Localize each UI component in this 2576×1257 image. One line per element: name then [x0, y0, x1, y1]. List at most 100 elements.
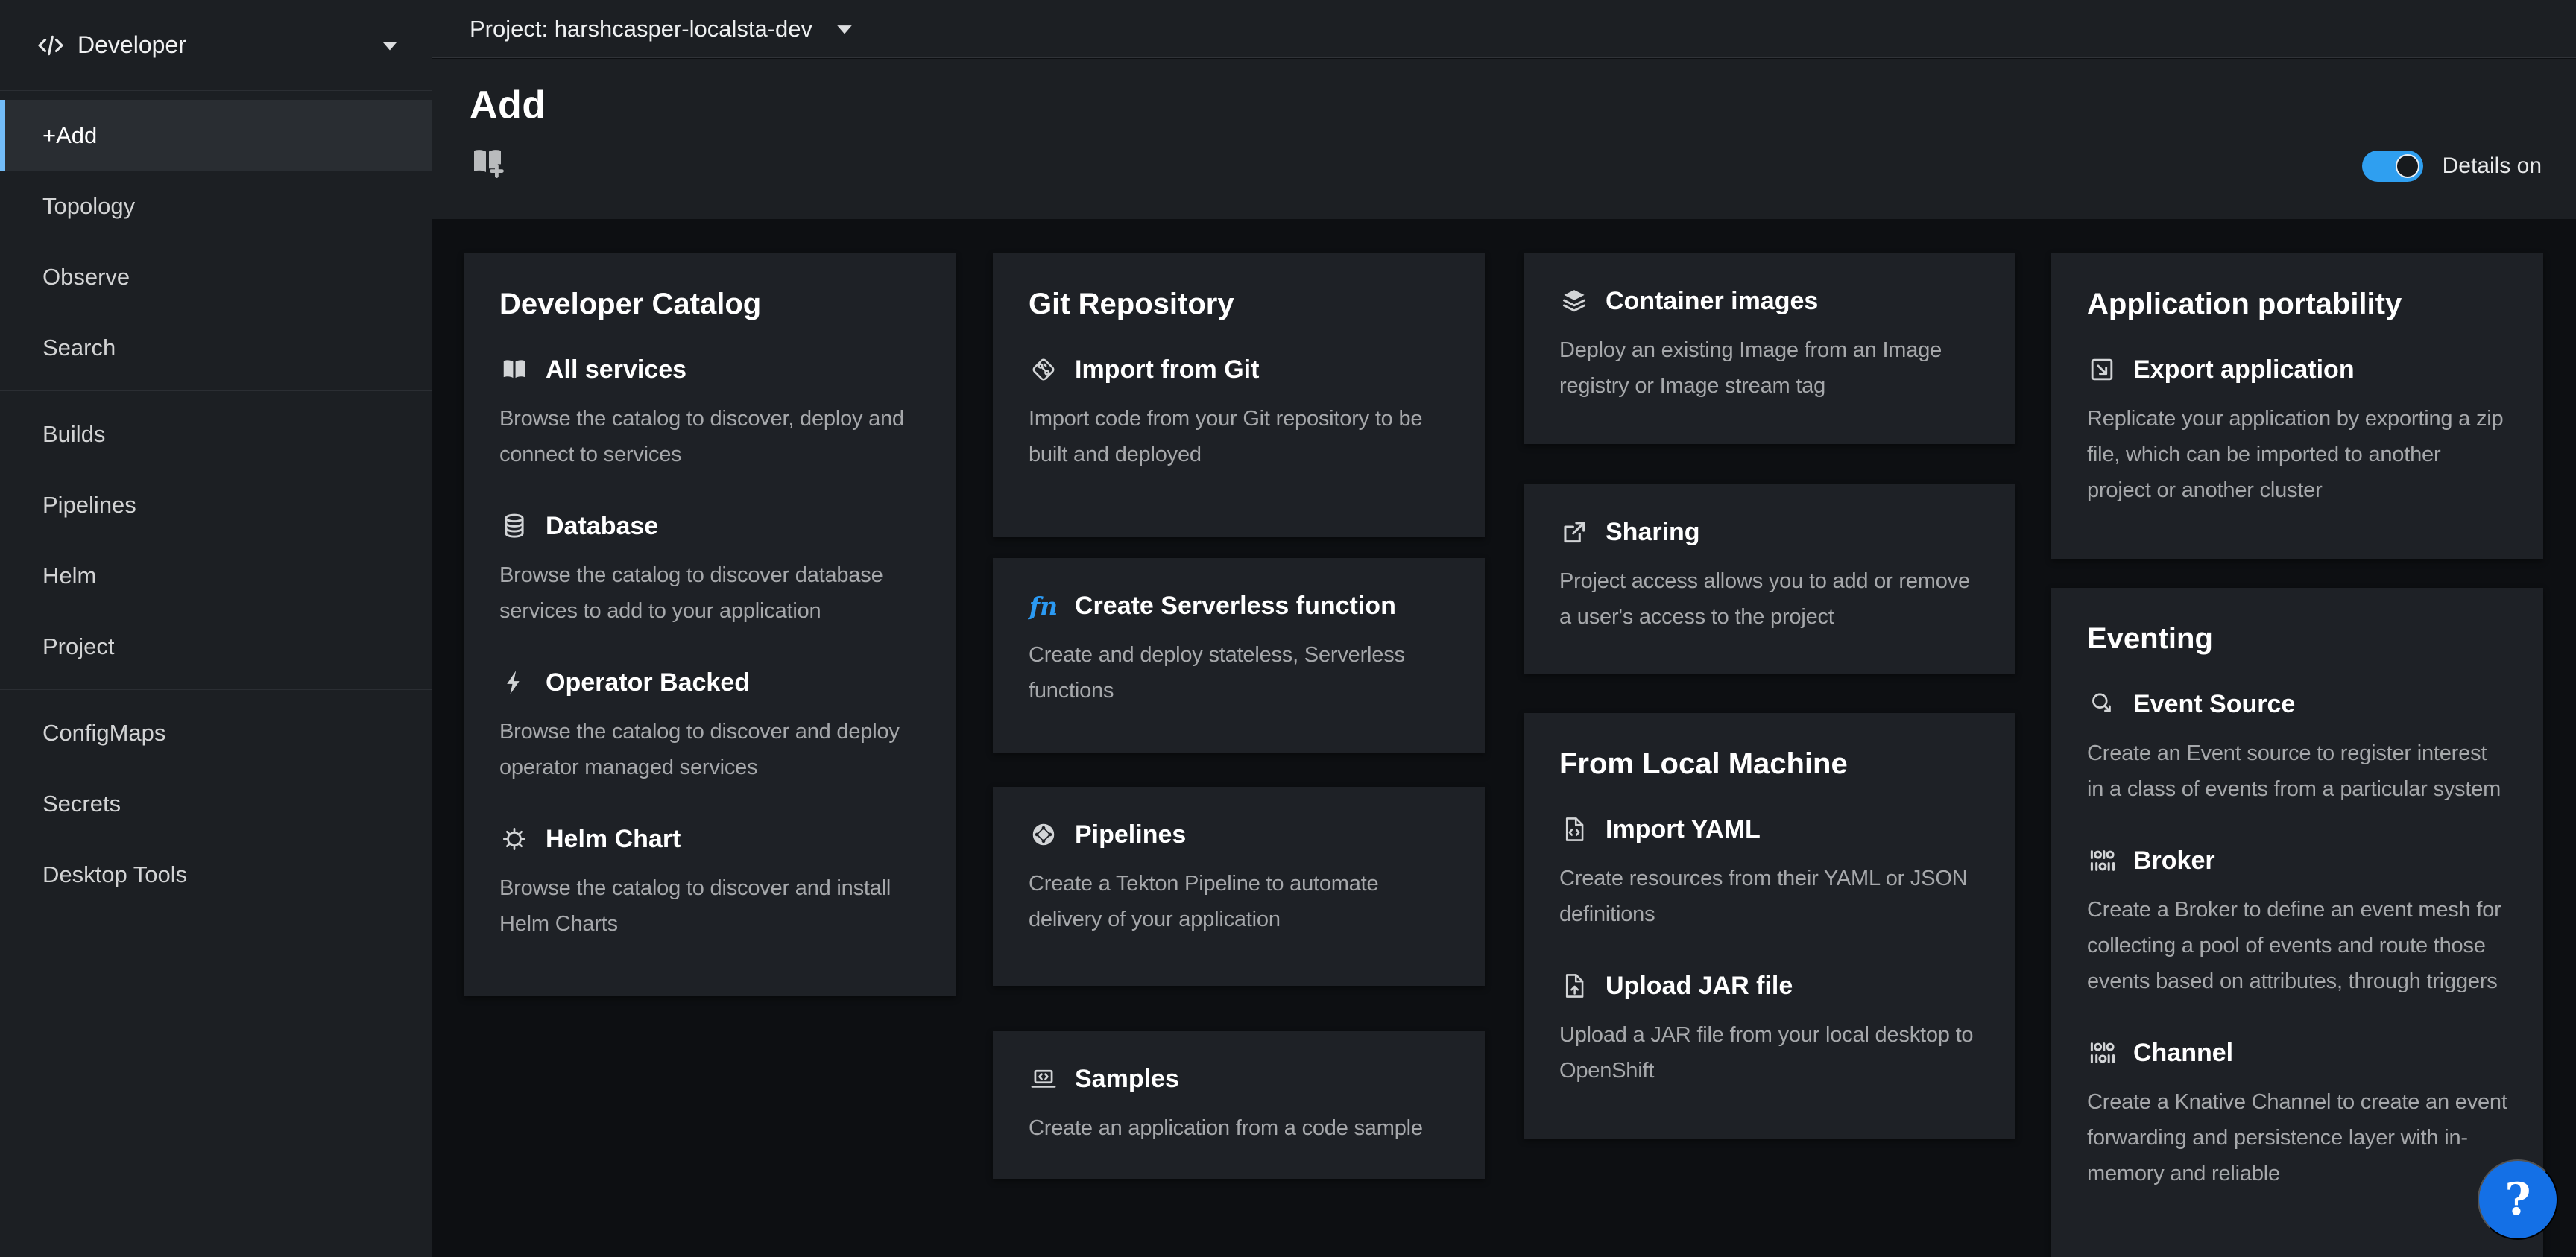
item-description: Create a Tekton Pipeline to automate del…	[1029, 866, 1449, 937]
item-head: Import YAML	[1559, 814, 1980, 844]
sidebar-item-project[interactable]: Project	[0, 611, 432, 682]
item-description: Create and deploy stateless, Serverless …	[1029, 637, 1449, 709]
item-title-create-serverless-function[interactable]: Create Serverless function	[1075, 592, 1396, 621]
item-head: Channel	[2087, 1038, 2507, 1068]
toggle-knob	[2396, 154, 2419, 178]
item-head: Helm Chart	[499, 824, 920, 854]
item-head: Operator Backed	[499, 668, 920, 697]
sidebar-item-search[interactable]: Search	[0, 312, 432, 383]
event-source-icon	[2087, 689, 2117, 719]
card-title-developer-catalog: Developer Catalog	[499, 286, 920, 322]
item-description: Create a Knative Channel to create an ev…	[2087, 1084, 2507, 1191]
item-head: All services	[499, 355, 920, 384]
card-developer-catalog: Developer Catalog All services Browse the …	[464, 253, 956, 996]
item-head: Pipelines	[1029, 820, 1449, 849]
item-head: Event Source	[2087, 689, 2507, 719]
perspective-label: Developer	[78, 31, 380, 59]
bolt-icon	[499, 668, 529, 697]
item-title-broker[interactable]: Broker	[2133, 846, 2215, 876]
item-broker: BrokerCreate a Broker to define an event…	[2087, 846, 2507, 999]
page-title: Add	[470, 83, 2542, 127]
file-code-icon	[1559, 814, 1589, 844]
item-description: Browse the catalog to discover, deploy a…	[499, 401, 920, 472]
sidebar: Developer +AddTopologyObserveSearchBuild…	[0, 0, 432, 1257]
item-head: Upload JAR file	[1559, 971, 1980, 1001]
item-database: Database Browse the catalog to discover d…	[499, 511, 920, 629]
item-description: Browse the catalog to discover database …	[499, 557, 920, 629]
card-pipelines: Pipelines Create a Tekton Pipeline to aut…	[993, 787, 1485, 986]
layers-icon	[1559, 286, 1589, 316]
item-title-sharing[interactable]: Sharing	[1606, 518, 1700, 547]
item-title-helm-chart[interactable]: Helm Chart	[546, 825, 681, 854]
item-samples: SamplesCreate an application from a code…	[1029, 1064, 1449, 1146]
item-head: Import from Git	[1029, 355, 1449, 384]
binary-icon	[2087, 1038, 2117, 1068]
export-icon	[2087, 355, 2117, 384]
card-application-portability: Application portability Export applicatio…	[2051, 253, 2543, 559]
details-toggle-label: Details on	[2443, 153, 2542, 179]
code-icon	[36, 31, 66, 60]
project-bar: Project: harshcasper-localsta-dev	[432, 0, 2576, 58]
git-icon	[1029, 355, 1058, 384]
sidebar-nav-group: BuildsPipelinesHelmProject	[0, 390, 432, 682]
item-operator-backed: Operator Backed Browse the catalog to dis…	[499, 668, 920, 785]
item-sharing: SharingProject access allows you to add …	[1559, 517, 1980, 635]
item-head: fn Create Serverless function	[1029, 591, 1449, 621]
item-head: Samples	[1029, 1064, 1449, 1094]
binary-icon	[2087, 846, 2117, 876]
card-title-git-repository: Git Repository	[1029, 286, 1449, 322]
helm-icon	[499, 824, 529, 854]
item-head: Database	[499, 511, 920, 541]
toggle-track[interactable]	[2362, 151, 2423, 182]
item-title-container-images[interactable]: Container images	[1606, 287, 1818, 316]
item-title-export-application[interactable]: Export application	[2133, 355, 2355, 384]
item-title-pipelines[interactable]: Pipelines	[1075, 820, 1186, 849]
card-title-application-portability: Application portability	[2087, 286, 2507, 322]
fn-icon: fn	[1029, 591, 1058, 621]
card-serverless-function: fn Create Serverless function Create and d…	[993, 558, 1485, 753]
sidebar-item-helm[interactable]: Helm	[0, 540, 432, 611]
item-title-samples[interactable]: Samples	[1075, 1065, 1179, 1094]
sidebar-item-builds[interactable]: Builds	[0, 399, 432, 469]
sidebar-item-desktop-tools[interactable]: Desktop Tools	[0, 839, 432, 910]
item-pipelines: Pipelines Create a Tekton Pipeline to aut…	[1029, 820, 1449, 937]
item-all-services: All services Browse the catalog to discov…	[499, 355, 920, 472]
item-title-event-source[interactable]: Event Source	[2133, 690, 2295, 719]
sidebar-item-observe[interactable]: Observe	[0, 241, 432, 312]
item-description: Browse the catalog to discover and insta…	[499, 870, 920, 942]
help-button[interactable]: ?	[2478, 1159, 2558, 1240]
card-git-repository: Git RepositoryImport from GitImport code…	[993, 253, 1485, 537]
sidebar-item-add[interactable]: +Add	[0, 100, 432, 171]
item-head: Container images	[1559, 286, 1980, 316]
card-title-from-local-machine: From Local Machine	[1559, 746, 1980, 782]
book-open-icon	[499, 355, 529, 384]
card-from-local-machine: From Local MachineImport YAMLCreate reso…	[1524, 713, 2015, 1139]
details-toggle[interactable]: Details on	[2362, 151, 2542, 182]
item-description: Upload a JAR file from your local deskto…	[1559, 1017, 1980, 1089]
item-title-database[interactable]: Database	[546, 512, 658, 541]
sidebar-item-secrets[interactable]: Secrets	[0, 768, 432, 839]
sidebar-item-configmaps[interactable]: ConfigMaps	[0, 697, 432, 768]
book-plus-icon[interactable]	[470, 144, 505, 180]
laptop-code-icon	[1029, 1064, 1058, 1094]
chevron-down-icon	[380, 39, 400, 52]
item-title-import-from-git[interactable]: Import from Git	[1075, 355, 1259, 384]
sidebar-nav: +AddTopologyObserveSearchBuildsPipelines…	[0, 91, 432, 910]
item-title-import-yaml[interactable]: Import YAML	[1606, 815, 1761, 844]
item-head: Sharing	[1559, 517, 1980, 547]
card-sharing: SharingProject access allows you to add …	[1524, 484, 2015, 674]
card-title-eventing: Eventing	[2087, 621, 2507, 656]
tekton-icon	[1029, 820, 1058, 849]
project-selector[interactable]: Project: harshcasper-localsta-dev	[470, 16, 812, 42]
sidebar-item-topology[interactable]: Topology	[0, 171, 432, 241]
item-title-upload-jar-file[interactable]: Upload JAR file	[1606, 972, 1793, 1001]
item-title-operator-backed[interactable]: Operator Backed	[546, 668, 750, 697]
chevron-down-icon[interactable]	[835, 22, 854, 36]
item-helm-chart: Helm Chart Browse the catalog to discover…	[499, 824, 920, 942]
item-title-all-services[interactable]: All services	[546, 355, 686, 384]
item-description: Browse the catalog to discover and deplo…	[499, 714, 920, 785]
perspective-switcher[interactable]: Developer	[0, 0, 432, 91]
item-export-application: Export applicationReplicate your applica…	[2087, 355, 2507, 508]
item-title-channel[interactable]: Channel	[2133, 1039, 2233, 1068]
sidebar-item-pipelines[interactable]: Pipelines	[0, 469, 432, 540]
